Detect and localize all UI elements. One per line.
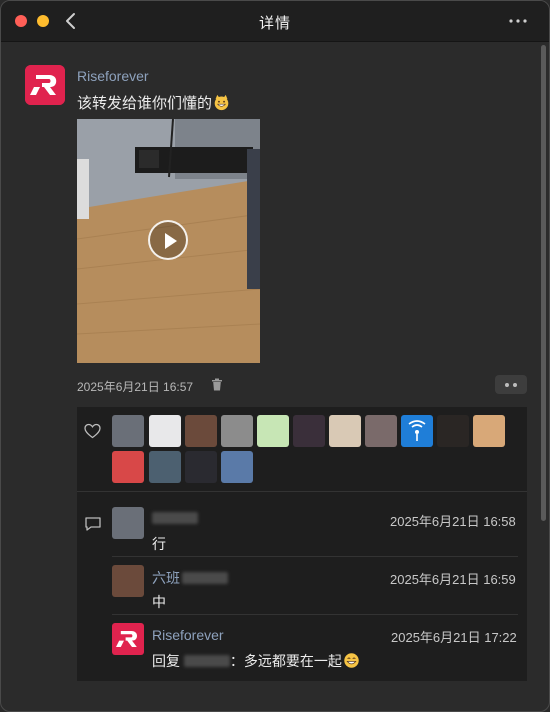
dot — [505, 383, 509, 387]
redacted-name — [152, 512, 198, 524]
divider — [112, 556, 518, 557]
divider — [112, 614, 518, 615]
post-text: 该转发给谁你们懂的 — [77, 92, 230, 113]
riseforever-logo-icon — [25, 65, 65, 105]
like-avatar[interactable] — [112, 451, 144, 483]
like-avatar[interactable] — [221, 415, 253, 447]
comment-icon — [85, 517, 101, 531]
like-avatar[interactable] — [329, 415, 361, 447]
like-avatar[interactable] — [257, 415, 289, 447]
window-title: 详情 — [258, 15, 291, 32]
post-author-name[interactable]: Riseforever — [77, 68, 149, 84]
comment-avatar[interactable] — [112, 565, 144, 597]
trash-icon[interactable] — [211, 378, 223, 391]
scrollbar[interactable] — [541, 45, 546, 521]
comment-like-button[interactable] — [495, 375, 527, 394]
like-avatar[interactable] — [221, 451, 253, 483]
interaction-panel: 2025年6月21日 16:58 行 六班 2025年6月21日 16:59 中… — [77, 407, 527, 681]
like-avatar[interactable] — [149, 451, 181, 483]
like-avatar[interactable] — [149, 415, 181, 447]
title-bar: 详情 — [1, 1, 549, 42]
like-avatar[interactable] — [185, 451, 217, 483]
cat-grin-emoji-icon — [214, 94, 229, 111]
riseforever-logo-icon — [116, 631, 137, 647]
wifi-logo-icon — [408, 420, 426, 441]
comment-time: 2025年6月21日 17:22 — [391, 630, 517, 645]
video-thumbnail[interactable] — [77, 119, 260, 363]
heart-icon — [84, 423, 101, 439]
play-button[interactable] — [148, 220, 188, 260]
comment-author-name[interactable] — [152, 510, 198, 526]
reply-prefix: 回复 — [152, 653, 180, 669]
comment-author-name[interactable]: Riseforever — [152, 627, 224, 643]
comment-avatar[interactable] — [112, 507, 144, 539]
like-avatar[interactable] — [401, 415, 433, 447]
like-avatar[interactable] — [293, 415, 325, 447]
detail-window: 详情 Riseforever 该转发给谁你们懂的 2025年6月21日 16:5… — [0, 0, 550, 712]
author-avatar[interactable] — [25, 65, 65, 105]
like-avatar[interactable] — [112, 415, 144, 447]
comment-avatar[interactable] — [112, 623, 144, 655]
comment-text: 回复 ：多远都要在一起 — [152, 651, 360, 671]
play-icon — [165, 233, 177, 249]
like-avatar[interactable] — [437, 415, 469, 447]
like-avatar[interactable] — [365, 415, 397, 447]
redacted-name — [183, 655, 230, 667]
more-options-icon[interactable] — [509, 19, 527, 23]
comment-author-name-text: 六班 — [152, 570, 180, 586]
divider — [77, 491, 527, 492]
like-avatar[interactable] — [185, 415, 217, 447]
like-avatar[interactable] — [473, 415, 505, 447]
post-text-content: 该转发给谁你们懂的 — [77, 95, 213, 112]
redacted-name — [182, 572, 228, 584]
grinning-face-emoji-icon — [344, 653, 359, 668]
comment-time: 2025年6月21日 16:58 — [390, 514, 516, 529]
dot — [513, 383, 517, 387]
comment-text: 行 — [152, 536, 166, 552]
comment-text: 中 — [152, 594, 166, 610]
comment-author-name[interactable]: 六班 — [152, 568, 228, 588]
reply-content: ：多远都要在一起 — [229, 653, 342, 669]
post-timestamp: 2025年6月21日 16:57 — [77, 380, 194, 394]
comment-time: 2025年6月21日 16:59 — [390, 572, 516, 587]
